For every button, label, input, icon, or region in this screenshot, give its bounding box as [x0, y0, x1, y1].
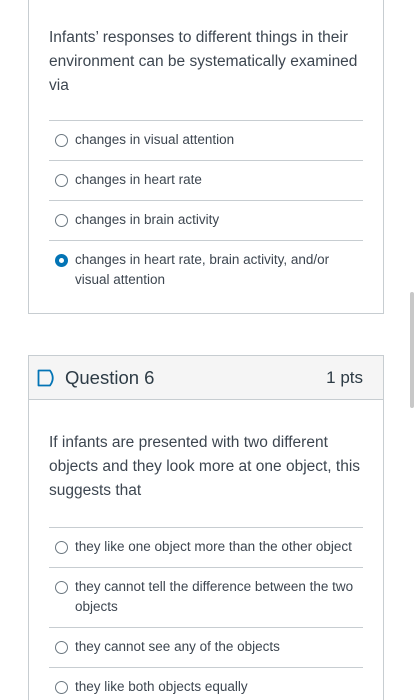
radio-button[interactable] [55, 681, 68, 694]
question-points: 1 pts [326, 367, 363, 387]
answer-option[interactable]: they cannot tell the difference between … [49, 567, 363, 627]
answer-label: changes in heart rate [75, 172, 202, 187]
answer-label: changes in visual attention [75, 132, 235, 147]
answer-option[interactable]: changes in visual attention [49, 120, 363, 160]
radio-button[interactable] [55, 541, 68, 554]
question-5-text: Infants’ responses to different things i… [49, 29, 358, 94]
question-6-answers: they like one object more than the other… [49, 527, 363, 700]
quiz-page: Infants’ responses to different things i… [0, 0, 415, 700]
answer-option[interactable]: changes in heart rate [49, 160, 363, 200]
question-5-card: Infants’ responses to different things i… [28, 0, 384, 314]
answer-label: they cannot see any of the objects [75, 639, 280, 654]
answer-option[interactable]: they like both objects equally [49, 667, 363, 700]
question-header: Question 6 1 pts [29, 356, 383, 400]
answer-label: changes in brain activity [75, 212, 220, 227]
answer-option[interactable]: changes in brain activity [49, 200, 363, 240]
scrollbar[interactable] [410, 292, 414, 408]
radio-button[interactable] [55, 641, 68, 654]
radio-button[interactable] [55, 581, 68, 594]
answer-label: they like one object more than the other… [75, 539, 352, 554]
answer-label: changes in heart rate, brain activity, a… [75, 252, 330, 287]
answer-label: they cannot tell the difference between … [75, 579, 354, 614]
answer-option[interactable]: they like one object more than the other… [49, 527, 363, 567]
question-title: Question 6 [65, 366, 155, 388]
answer-option-selected[interactable]: changes in heart rate, brain activity, a… [49, 240, 363, 300]
flag-icon[interactable] [37, 369, 57, 387]
radio-button[interactable] [55, 134, 68, 147]
radio-button[interactable] [55, 174, 68, 187]
answer-option[interactable]: they cannot see any of the objects [49, 627, 363, 667]
question-5-answers: changes in visual attention changes in h… [49, 120, 363, 300]
question-6-text: If infants are presented with two differ… [49, 434, 361, 499]
answer-label: they like both objects equally [75, 679, 248, 694]
radio-button[interactable] [55, 214, 68, 227]
radio-button-selected[interactable] [55, 254, 68, 267]
question-6-card: Question 6 1 pts If infants are presente… [28, 355, 384, 700]
